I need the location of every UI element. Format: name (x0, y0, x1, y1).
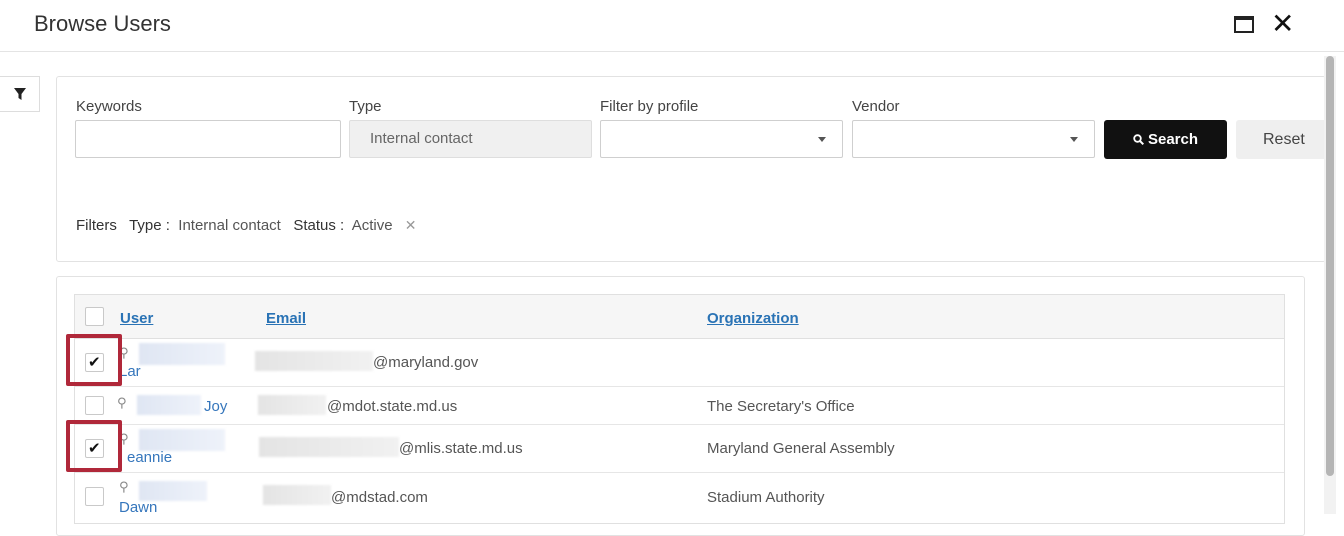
dialog-titlebar: Browse Users ✕ (0, 0, 1344, 52)
search-button[interactable]: Search (1104, 120, 1227, 159)
table-row[interactable]: ⚲ eannie @mlis.state.md.us Maryland Gene… (75, 425, 1284, 473)
row-checkbox[interactable] (85, 396, 104, 415)
type-field: Internal contact (349, 120, 592, 158)
type-label: Type (349, 98, 382, 115)
scrollbar-thumb[interactable] (1326, 56, 1334, 476)
profile-select[interactable] (600, 120, 843, 158)
active-filters-heading: Filters (76, 217, 117, 234)
dialog-title: Browse Users (34, 11, 171, 36)
user-name-link[interactable]: Dawn (119, 499, 157, 516)
organization-cell: Maryland General Assembly (707, 440, 895, 457)
user-name-link[interactable]: eannie (127, 449, 172, 466)
row-checkbox[interactable] (85, 487, 104, 506)
remove-filter-icon[interactable]: ✕ (405, 217, 417, 233)
table-row[interactable]: ⚲ Joy @mdot.state.md.us The Secretary's … (75, 387, 1284, 425)
redacted-email (259, 437, 399, 457)
type-value: Internal contact (370, 130, 473, 147)
filter-type-value: Internal contact (178, 217, 281, 234)
maximize-icon[interactable] (1234, 16, 1254, 33)
redacted-name (139, 429, 225, 451)
magnifier-icon[interactable]: ⚲ (119, 479, 129, 495)
user-name-link[interactable]: Joy (204, 398, 227, 415)
filter-icon (14, 88, 26, 100)
active-filters: Filters Type : Internal contact Status :… (76, 217, 417, 234)
dropdown-caret-icon (1070, 137, 1078, 142)
filter-status-value: Active (351, 217, 393, 234)
redacted-name (137, 395, 201, 415)
filter-toggle-button[interactable] (0, 76, 40, 112)
close-icon[interactable]: ✕ (1271, 8, 1294, 40)
filter-status-key: Status : (293, 217, 345, 234)
select-all-checkbox[interactable] (85, 307, 104, 326)
vendor-label: Vendor (852, 98, 900, 115)
organization-cell: The Secretary's Office (707, 398, 855, 415)
search-icon (1133, 134, 1144, 146)
email-cell: @mdstad.com (331, 489, 428, 506)
scrollbar[interactable] (1324, 56, 1336, 514)
column-email[interactable]: Email (266, 310, 306, 327)
organization-cell: Stadium Authority (707, 489, 825, 506)
redacted-email (255, 351, 373, 371)
highlight-box (66, 420, 122, 472)
user-name-link[interactable]: Lar (119, 363, 141, 380)
dropdown-caret-icon (818, 137, 826, 142)
filter-panel: Keywords Type Internal contact Filter by… (56, 76, 1328, 262)
redacted-email (263, 485, 331, 505)
table-row[interactable]: ⚲ Lar @maryland.gov (75, 339, 1284, 387)
table-row[interactable]: ⚲ Dawn @mdstad.com Stadium Authority (75, 473, 1284, 525)
filter-type-key: Type : (129, 217, 170, 234)
column-organization[interactable]: Organization (707, 310, 799, 327)
redacted-name (139, 343, 225, 365)
table-header: User Email Organization (75, 295, 1284, 339)
keywords-input[interactable] (75, 120, 341, 158)
magnifier-icon[interactable]: ⚲ (117, 395, 127, 411)
reset-button[interactable]: Reset (1236, 120, 1328, 159)
keywords-label: Keywords (76, 98, 142, 115)
highlight-box (66, 334, 122, 386)
redacted-name (139, 481, 207, 501)
email-cell: @mlis.state.md.us (399, 440, 523, 457)
column-user[interactable]: User (120, 310, 153, 327)
users-table: User Email Organization ⚲ Lar @maryland.… (74, 294, 1285, 524)
email-cell: @mdot.state.md.us (327, 398, 458, 415)
redacted-email (258, 395, 326, 415)
vendor-select[interactable] (852, 120, 1095, 158)
search-label: Search (1147, 131, 1199, 148)
profile-label: Filter by profile (600, 98, 699, 115)
email-cell: @maryland.gov (373, 354, 479, 371)
